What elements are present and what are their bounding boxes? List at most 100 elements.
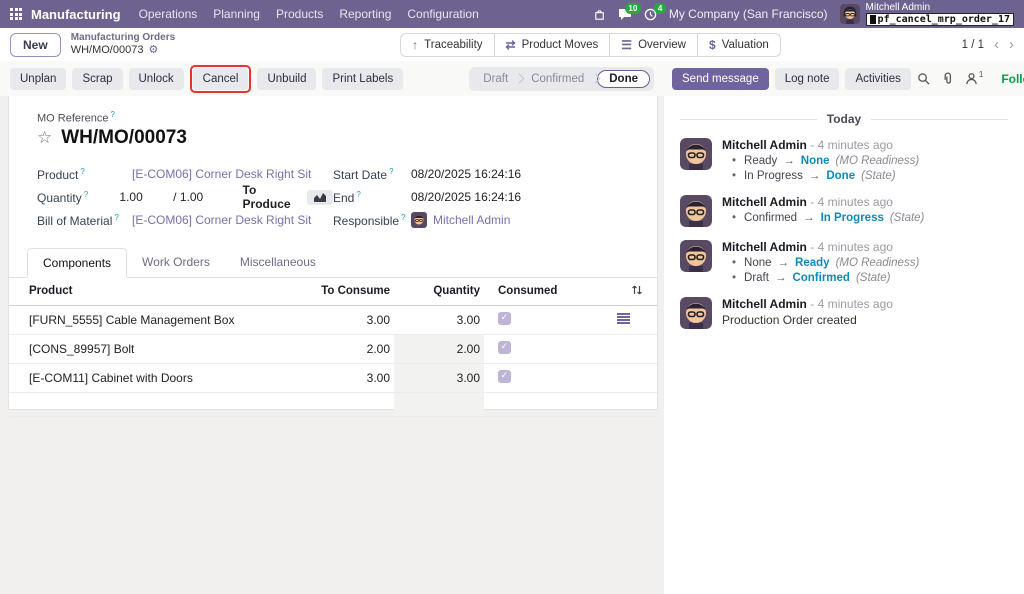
arrow-right-icon (809, 170, 821, 182)
arrow-right-icon (778, 257, 790, 269)
print-labels-button[interactable]: Print Labels (322, 68, 403, 90)
row-to-consume[interactable]: 2.00 (304, 334, 394, 363)
table-row[interactable]: [E-COM11] Cabinet with Doors 3.00 3.00 (9, 363, 657, 392)
menu-operations[interactable]: Operations (139, 7, 198, 21)
overview-button[interactable]: ☰Overview (610, 33, 698, 57)
row-product[interactable]: [FURN_5555] Cable Management Box (9, 305, 304, 334)
responsible-value[interactable]: Mitchell Admin (433, 213, 510, 227)
col-header-consumed[interactable]: Consumed (484, 278, 589, 306)
main-content: MO Reference ☆ WH/MO/00073 Product [E-CO… (0, 96, 1024, 594)
following-button[interactable]: Following (1001, 72, 1024, 86)
message-body: Production Order created (722, 313, 893, 327)
form-region: MO Reference ☆ WH/MO/00073 Product [E-CO… (0, 96, 664, 594)
favorite-star-icon[interactable]: ☆ (37, 128, 52, 148)
message-author[interactable]: Mitchell Admin (722, 297, 807, 311)
row-to-consume[interactable]: 3.00 (304, 363, 394, 392)
bag-icon[interactable] (593, 8, 606, 21)
row-product[interactable]: [CONS_89957] Bolt (9, 334, 304, 363)
status-done[interactable]: Done (597, 70, 650, 88)
move-details-icon (617, 313, 630, 324)
send-message-button[interactable]: Send message (672, 68, 769, 90)
product-value[interactable]: [E-COM06] Corner Desk Right Sit (132, 167, 311, 181)
bom-value[interactable]: [E-COM06] Corner Desk Right Sit (132, 213, 311, 227)
message-author[interactable]: Mitchell Admin (722, 240, 807, 254)
unplan-button[interactable]: Unplan (10, 68, 66, 90)
row-quantity[interactable]: 3.00 (394, 363, 484, 392)
product-moves-button[interactable]: ⇄Product Moves (495, 33, 611, 57)
message-author[interactable]: Mitchell Admin (722, 195, 807, 209)
consumed-checkbox[interactable] (498, 312, 511, 325)
gear-icon[interactable]: ⚙ (148, 44, 158, 57)
user-avatar (840, 4, 860, 24)
cancel-button[interactable]: Cancel (193, 68, 249, 90)
follower-count: 1 (979, 70, 983, 79)
status-draft[interactable]: Draft (473, 73, 518, 85)
messages-icon[interactable]: 10 (618, 8, 632, 21)
col-header-to-consume[interactable]: To Consume (304, 278, 394, 306)
message-author[interactable]: Mitchell Admin (722, 138, 807, 152)
paperclip-icon[interactable] (941, 72, 954, 85)
search-icon[interactable] (917, 72, 930, 85)
col-header-quantity[interactable]: Quantity (394, 278, 484, 306)
scrap-button[interactable]: Scrap (72, 68, 122, 90)
menu-reporting[interactable]: Reporting (339, 7, 391, 21)
user-menu[interactable]: Mitchell Admin pf_cancel_mrp_order_17 (840, 2, 1014, 26)
new-button[interactable]: New (10, 33, 61, 57)
messages-badge: 10 (625, 3, 641, 14)
end-date-value[interactable]: 08/20/2025 16:24:16 (411, 190, 521, 204)
breadcrumb-parent[interactable]: Manufacturing Orders (71, 32, 175, 44)
date-divider: Today (680, 112, 1008, 126)
row-product[interactable]: [E-COM11] Cabinet with Doors (9, 363, 304, 392)
table-row[interactable]: [FURN_5555] Cable Management Box 3.00 3.… (9, 305, 657, 334)
forecast-button[interactable] (307, 190, 333, 205)
form-sheet: MO Reference ☆ WH/MO/00073 Product [E-CO… (8, 96, 658, 410)
row-to-consume[interactable]: 3.00 (304, 305, 394, 334)
chatter-message: Mitchell Admin - 4 minutes ago Productio… (680, 297, 1008, 329)
pager-count: 1 / 1 (962, 39, 984, 51)
components-table: Product To Consume Quantity Consumed [FU… (9, 278, 657, 447)
start-date-value[interactable]: 08/20/2025 16:24:16 (411, 167, 521, 181)
quantity-input[interactable]: 1.00 (119, 190, 173, 204)
pager-next-icon[interactable]: › (1009, 37, 1014, 52)
valuation-button[interactable]: $Valuation (698, 33, 781, 57)
table-row[interactable]: [CONS_89957] Bolt 2.00 2.00 (9, 334, 657, 363)
col-header-product[interactable]: Product (9, 278, 304, 306)
message-time: - 4 minutes ago (810, 297, 893, 311)
quantity-total: / 1.00 (173, 190, 242, 204)
message-time: - 4 minutes ago (810, 240, 893, 254)
activities-clock-icon[interactable]: 4 (644, 8, 657, 21)
quantity-label: Quantity (37, 190, 119, 205)
arrow-right-icon (803, 212, 815, 224)
activities-button[interactable]: Activities (845, 68, 910, 90)
message-avatar (680, 195, 712, 227)
debug-tag: pf_cancel_mrp_order_17 (866, 13, 1014, 26)
bom-label: Bill of Material (37, 213, 132, 228)
menu-planning[interactable]: Planning (213, 7, 260, 21)
row-quantity[interactable]: 3.00 (394, 305, 484, 334)
tab-work-orders[interactable]: Work Orders (127, 248, 225, 278)
status-confirmed[interactable]: Confirmed (521, 73, 594, 85)
swap-arrows-icon: ⇄ (506, 38, 516, 52)
optional-columns-button[interactable] (589, 278, 657, 306)
log-note-button[interactable]: Log note (775, 68, 840, 90)
row-quantity[interactable]: 2.00 (394, 334, 484, 363)
company-switcher[interactable]: My Company (San Francisco) (669, 7, 828, 21)
start-date-label: Start Date (333, 167, 411, 182)
apps-grid-icon[interactable] (10, 8, 22, 20)
traceability-button[interactable]: ↑Traceability (400, 33, 494, 57)
consumed-checkbox[interactable] (498, 341, 511, 354)
tab-miscellaneous[interactable]: Miscellaneous (225, 248, 331, 278)
form-actions: Unplan Scrap Unlock Cancel Unbuild Print… (0, 61, 664, 96)
menu-configuration[interactable]: Configuration (407, 7, 478, 21)
menu-products[interactable]: Products (276, 7, 323, 21)
odoo-app: Manufacturing Operations Planning Produc… (0, 0, 1024, 594)
consumed-checkbox[interactable] (498, 370, 511, 383)
tab-components[interactable]: Components (27, 248, 127, 278)
unlock-button[interactable]: Unlock (129, 68, 184, 90)
pager-previous-icon[interactable]: ‹ (994, 37, 999, 52)
unbuild-button[interactable]: Unbuild (257, 68, 316, 90)
app-name[interactable]: Manufacturing (31, 7, 121, 22)
followers-icon[interactable]: 1 (965, 72, 983, 85)
move-details-button[interactable] (589, 305, 657, 334)
chatter-icons: 1 (917, 72, 983, 85)
